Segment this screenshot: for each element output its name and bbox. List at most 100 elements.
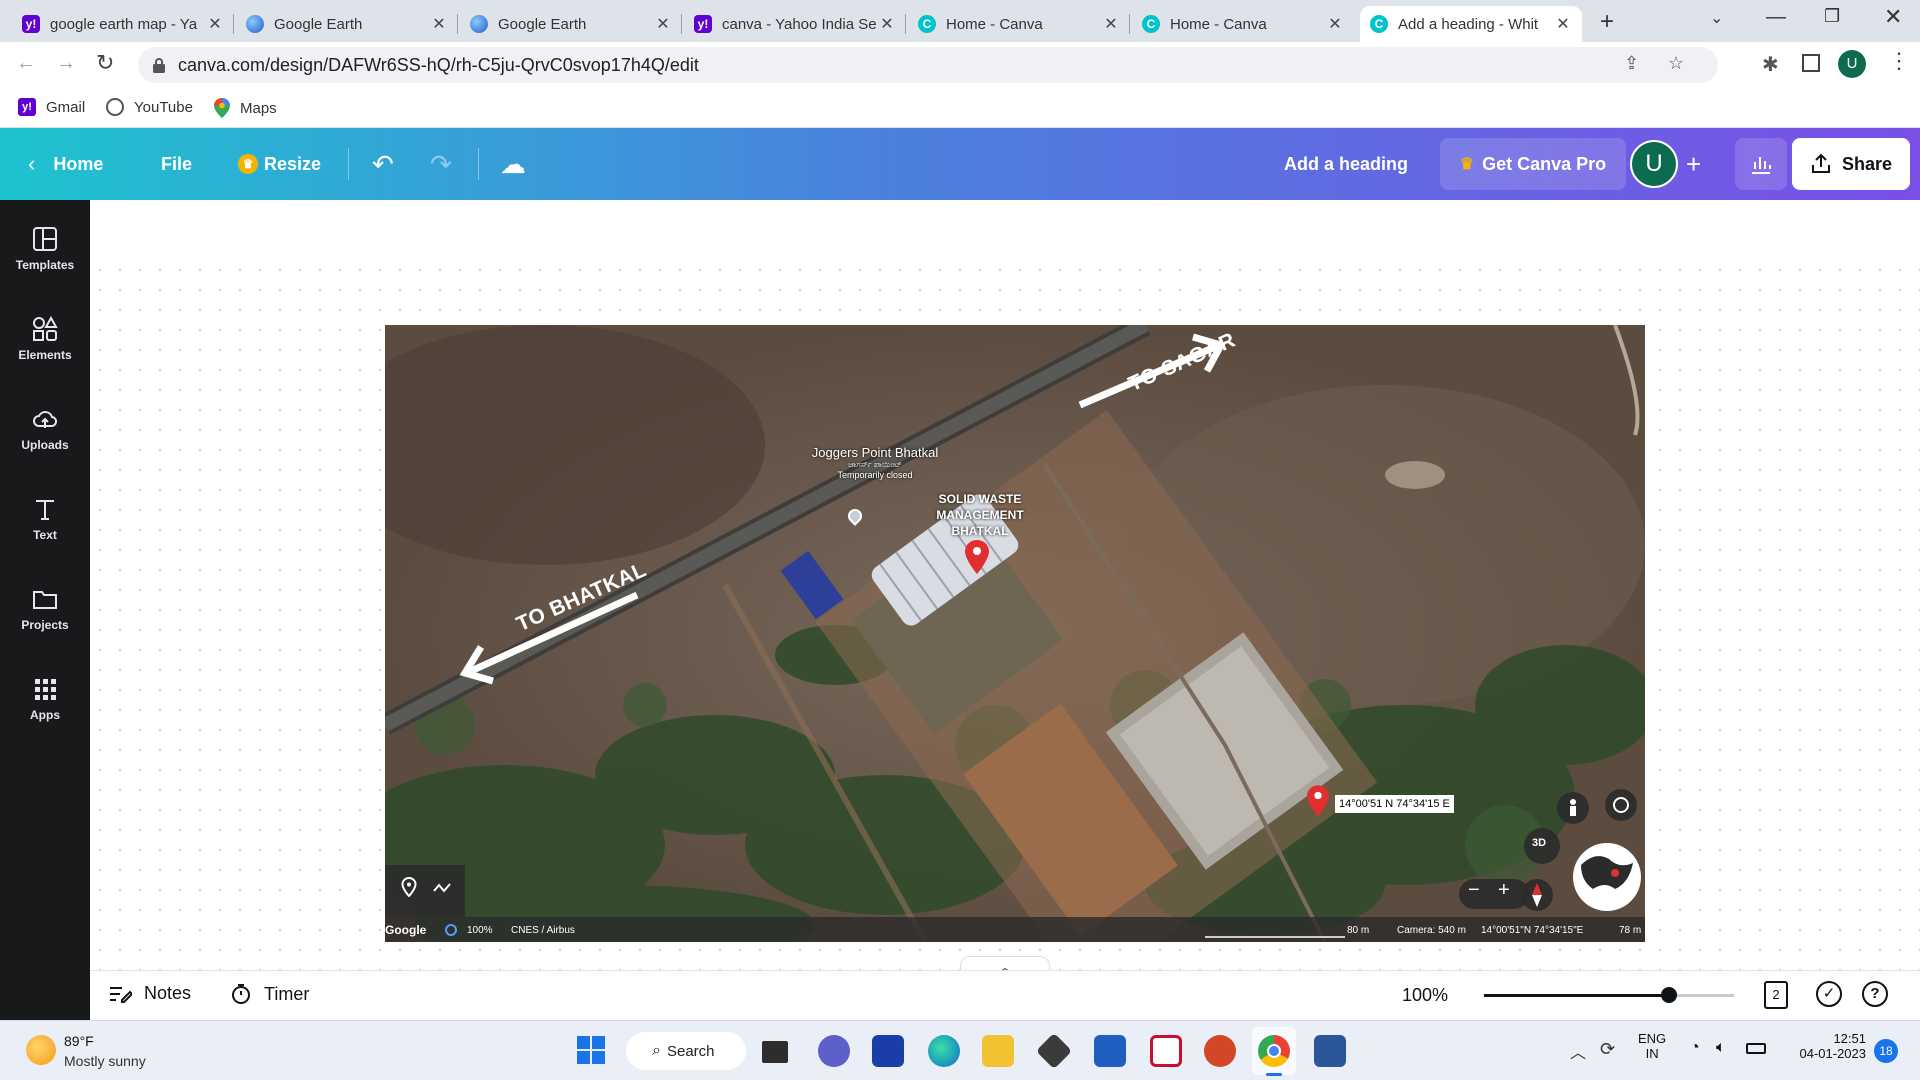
map-3d-button[interactable]: 3D — [1532, 837, 1546, 849]
satellite-map-image[interactable]: TO SAGAR TO BHATKAL Joggers Point Bhatka… — [385, 325, 1645, 942]
wifi-icon[interactable]: ◔ — [1690, 1039, 1700, 1057]
browser-tab[interactable]: Google Earth ✕ — [236, 6, 458, 42]
sidebar-item-uploads[interactable]: Uploads — [0, 398, 90, 478]
close-tab-icon[interactable]: ✕ — [1554, 14, 1572, 34]
close-tab-icon[interactable]: ✕ — [1102, 14, 1120, 34]
windows-start-icon[interactable] — [576, 1035, 608, 1067]
browser-tab-active[interactable]: C Add a heading - Whit ✕ — [1360, 6, 1582, 42]
sidebar-item-templates[interactable]: Templates — [0, 218, 90, 298]
sidebar-item-projects[interactable]: Projects — [0, 578, 90, 658]
browser-tab[interactable]: C Home - Canva ✕ — [1132, 6, 1354, 42]
tab-title: Add a heading - Whit — [1398, 15, 1539, 33]
chrome-menu-icon[interactable]: ⋮ — [1888, 48, 1910, 74]
timer-button[interactable]: Timer — [230, 983, 309, 1005]
get-canva-pro-button[interactable]: ♛ Get Canva Pro — [1440, 138, 1626, 190]
battery-icon[interactable] — [1746, 1043, 1766, 1054]
sidebar-item-text[interactable]: Text — [0, 488, 90, 568]
close-tab-icon[interactable]: ✕ — [206, 14, 224, 34]
star-bookmark-icon[interactable]: ☆ — [1668, 53, 1684, 74]
folder-icon — [33, 591, 57, 609]
close-tab-icon[interactable]: ✕ — [430, 14, 448, 34]
browser-tab[interactable]: y! google earth map - Ya ✕ — [12, 6, 234, 42]
resize-button[interactable]: ♛ Resize — [238, 128, 321, 200]
sync-icon[interactable]: ⟳ — [1600, 1039, 1615, 1060]
redo-icon[interactable]: ↷ — [430, 128, 452, 200]
minimize-icon[interactable]: — — [1766, 6, 1786, 29]
word-icon[interactable] — [1314, 1035, 1346, 1067]
notification-badge[interactable]: 18 — [1874, 1039, 1898, 1063]
close-tab-icon[interactable]: ✕ — [1326, 14, 1344, 34]
volume-icon[interactable]: 🔈︎ — [1716, 1039, 1726, 1057]
file-menu-button[interactable]: File — [161, 128, 192, 200]
browser-tab[interactable]: y! canva - Yahoo India Se ✕ — [684, 6, 906, 42]
design-title[interactable]: Add a heading — [1284, 128, 1408, 200]
insights-button[interactable] — [1735, 138, 1787, 190]
map-pin-tool-icon[interactable] — [401, 877, 417, 897]
clock[interactable]: 12:51 04-01-2023 — [1790, 1031, 1867, 1061]
profile-avatar[interactable]: U — [1838, 50, 1866, 78]
sidebar-item-apps[interactable]: Apps — [0, 668, 90, 748]
forward-icon[interactable]: → — [56, 52, 76, 75]
notes-button[interactable]: Notes — [108, 983, 191, 1004]
new-tab-icon[interactable]: + — [1600, 8, 1614, 36]
lock-icon — [153, 58, 165, 73]
bookmark-gmail[interactable]: y! Gmail — [18, 98, 85, 116]
url-bar[interactable]: canva.com/design/DAFWr6SS-hQ/rh-C5ju-Qrv… — [138, 47, 1718, 83]
canva-icon: C — [1370, 15, 1388, 33]
zoom-out-icon[interactable]: − — [1468, 879, 1480, 902]
uploads-icon — [33, 411, 58, 428]
taskbar-search[interactable]: ⌕ Search — [626, 1032, 746, 1070]
close-tab-icon[interactable]: ✕ — [654, 14, 672, 34]
show-hidden-icons-chevron[interactable]: ︿ — [1570, 1039, 1586, 1063]
mcafee-icon[interactable] — [1150, 1035, 1182, 1067]
extensions-puzzle-icon[interactable]: ✱ — [1762, 52, 1779, 77]
close-window-icon[interactable]: ✕ — [1884, 4, 1902, 30]
checkmark-circle-icon[interactable]: ✓ — [1816, 981, 1842, 1007]
share-button[interactable]: Share — [1792, 138, 1910, 190]
weather-description[interactable]: Mostly sunny — [64, 1053, 146, 1069]
task-view-icon[interactable] — [762, 1041, 788, 1063]
powerpoint-icon[interactable] — [1204, 1035, 1236, 1067]
vpn-app-icon[interactable] — [1035, 1032, 1073, 1070]
edge-icon[interactable] — [928, 1035, 960, 1067]
chevron-left-icon: ‹ — [28, 151, 36, 176]
help-icon[interactable]: ? — [1862, 981, 1888, 1007]
browser-tab[interactable]: C Home - Canva ✕ — [908, 6, 1130, 42]
measure-path-icon[interactable] — [433, 881, 453, 895]
page-count-button[interactable]: 2 — [1764, 981, 1788, 1009]
restore-icon[interactable]: ❐ — [1824, 6, 1840, 27]
bookmark-youtube[interactable]: YouTube — [106, 98, 193, 116]
browser-tab[interactable]: Google Earth ✕ — [460, 6, 682, 42]
tab-search-chevron-icon[interactable]: ⌄ — [1710, 8, 1723, 28]
poi-joggers-point[interactable]: Joggers Point Bhatkal ಜಾಗರ್ಸ್ ಪಾಯಿಂಟ್ Te… — [755, 445, 995, 480]
undo-icon[interactable]: ↶ — [372, 128, 394, 200]
cloud-saved-icon[interactable]: ☁ — [500, 128, 526, 200]
chrome-icon[interactable] — [1258, 1035, 1290, 1067]
tab-title: canva - Yahoo India Se — [722, 15, 877, 33]
language-indicator[interactable]: ENG IN — [1638, 1031, 1666, 1061]
sidebar-item-elements[interactable]: Elements — [0, 308, 90, 388]
teams-chat-icon[interactable] — [818, 1035, 850, 1067]
zoom-slider-track[interactable] — [1484, 987, 1734, 1003]
file-explorer-icon[interactable] — [982, 1035, 1014, 1067]
location-pin-icon[interactable] — [1307, 785, 1329, 817]
bookmark-maps[interactable]: Maps — [214, 98, 277, 118]
user-avatar[interactable]: U — [1630, 140, 1678, 188]
store-icon[interactable] — [1094, 1035, 1126, 1067]
zoom-percentage[interactable]: 100% — [1402, 985, 1448, 1006]
tab-title: google earth map - Ya — [50, 15, 198, 33]
clock-time: 12:51 — [1833, 1031, 1866, 1046]
back-icon[interactable]: ← — [16, 52, 36, 75]
photo-editor-icon[interactable] — [872, 1035, 904, 1067]
home-button[interactable]: ‹ Home — [28, 128, 103, 200]
reload-icon[interactable]: ↻ — [96, 50, 114, 76]
weather-sun-icon[interactable] — [26, 1035, 56, 1065]
weather-temp[interactable]: 89°F — [64, 1033, 94, 1049]
zoom-in-icon[interactable]: + — [1498, 879, 1510, 902]
share-page-icon[interactable]: ⇪ — [1624, 53, 1639, 74]
add-people-plus-icon[interactable]: + — [1686, 128, 1701, 200]
close-tab-icon[interactable]: ✕ — [878, 14, 896, 34]
zoom-slider-thumb[interactable] — [1661, 987, 1677, 1003]
side-panel-icon[interactable] — [1802, 54, 1820, 72]
location-pin-icon[interactable] — [965, 540, 989, 574]
